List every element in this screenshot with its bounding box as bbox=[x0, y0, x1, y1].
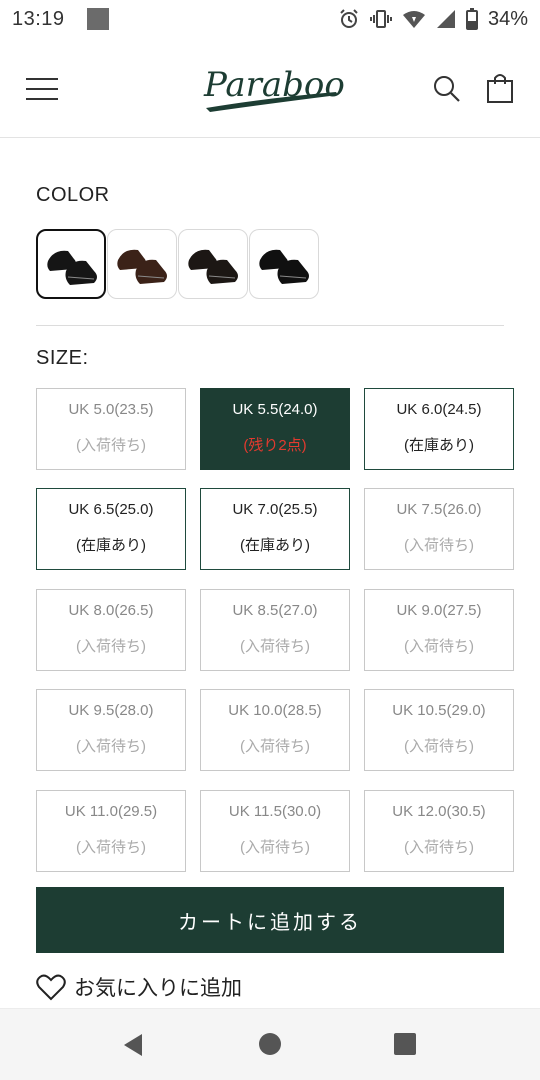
stock-status: (入荷待ち) bbox=[240, 638, 310, 655]
size-option[interactable]: UK 5.0(23.5) (入荷待ち) bbox=[36, 388, 186, 470]
size-label: UK 9.5(28.0) bbox=[68, 702, 154, 719]
stock-status: (入荷待ち) bbox=[76, 839, 146, 856]
vibrate-icon bbox=[369, 10, 392, 28]
size-label: UK 7.0(25.5) bbox=[232, 501, 318, 518]
stock-status: (入荷待ち) bbox=[404, 738, 474, 755]
paraboot-logo[interactable]: Paraboot bbox=[196, 52, 346, 122]
size-label: UK 7.5(26.0) bbox=[396, 501, 482, 518]
size-label: UK 9.0(27.5) bbox=[396, 602, 482, 619]
shoe-image bbox=[47, 250, 97, 285]
size-label: UK 10.0(28.5) bbox=[228, 702, 322, 719]
size-label: UK 10.5(29.0) bbox=[392, 702, 486, 719]
size-option[interactable]: UK 9.0(27.5) (入荷待ち) bbox=[364, 589, 514, 671]
back-icon[interactable] bbox=[122, 1033, 144, 1057]
stock-status: (入荷待ち) bbox=[404, 638, 474, 655]
site-header: Paraboot bbox=[0, 38, 540, 138]
shoe-image bbox=[188, 249, 238, 284]
size-option[interactable]: UK 9.5(28.0) (入荷待ち) bbox=[36, 689, 186, 771]
stock-status: (在庫あり) bbox=[404, 437, 474, 454]
shoe-image bbox=[259, 249, 309, 284]
stock-status: (入荷待ち) bbox=[76, 638, 146, 655]
search-icon[interactable] bbox=[432, 74, 462, 104]
size-option[interactable]: UK 10.0(28.5) (入荷待ち) bbox=[200, 689, 350, 771]
size-label: UK 12.0(30.5) bbox=[392, 803, 486, 820]
system-navigation-bar bbox=[0, 1008, 540, 1080]
size-label: UK 11.5(30.0) bbox=[228, 803, 322, 820]
size-label: UK 6.5(25.0) bbox=[68, 501, 154, 518]
size-label: UK 5.5(24.0) bbox=[232, 401, 318, 418]
size-label: UK 8.5(27.0) bbox=[232, 602, 318, 619]
color-swatch-1[interactable] bbox=[36, 229, 106, 299]
stock-status: (在庫あり) bbox=[76, 537, 146, 554]
heart-icon bbox=[36, 974, 66, 1001]
home-icon[interactable] bbox=[259, 1033, 281, 1055]
stock-status: (入荷待ち) bbox=[240, 839, 310, 856]
shopping-bag-icon[interactable] bbox=[486, 72, 514, 104]
size-label: UK 6.0(24.5) bbox=[396, 401, 482, 418]
size-label: UK 8.0(26.5) bbox=[68, 602, 154, 619]
stock-status: (入荷待ち) bbox=[404, 537, 474, 554]
size-option[interactable]: UK 8.0(26.5) (入荷待ち) bbox=[36, 589, 186, 671]
signal-icon bbox=[436, 10, 455, 28]
shoe-image bbox=[117, 249, 167, 284]
size-option[interactable]: UK 11.0(29.5) (入荷待ち) bbox=[36, 790, 186, 872]
status-bar: 13:19 34% bbox=[0, 0, 540, 38]
size-option[interactable]: UK 12.0(30.5) (入荷待ち) bbox=[364, 790, 514, 872]
stock-status: (入荷待ち) bbox=[404, 839, 474, 856]
wifi-icon bbox=[402, 11, 425, 28]
size-label: UK 11.0(29.5) bbox=[64, 803, 158, 820]
stock-status: (入荷待ち) bbox=[76, 437, 146, 454]
stock-status: (残り2点) bbox=[243, 437, 307, 454]
size-option[interactable]: UK 6.0(24.5) (在庫あり) bbox=[364, 388, 514, 470]
size-section-title: SIZE: bbox=[36, 347, 89, 369]
color-swatch-3[interactable] bbox=[178, 229, 248, 299]
add-to-favorites-label: お気に入りに追加 bbox=[74, 977, 242, 1000]
section-divider bbox=[36, 325, 504, 326]
size-option[interactable]: UK 7.0(25.5) (在庫あり) bbox=[200, 488, 350, 570]
size-option[interactable]: UK 5.5(24.0) (残り2点) bbox=[200, 388, 350, 470]
add-to-cart-button[interactable]: カートに追加する bbox=[36, 887, 504, 953]
status-time: 13:19 bbox=[12, 7, 65, 30]
color-swatch-4[interactable] bbox=[249, 229, 319, 299]
size-option[interactable]: UK 6.5(25.0) (在庫あり) bbox=[36, 488, 186, 570]
stock-status: (入荷待ち) bbox=[240, 738, 310, 755]
size-option[interactable]: UK 11.5(30.0) (入荷待ち) bbox=[200, 790, 350, 872]
size-option[interactable]: UK 8.5(27.0) (入荷待ち) bbox=[200, 589, 350, 671]
stock-status: (在庫あり) bbox=[240, 537, 310, 554]
size-option[interactable]: UK 7.5(26.0) (入荷待ち) bbox=[364, 488, 514, 570]
status-icons: 34% bbox=[338, 8, 528, 31]
hamburger-menu-icon[interactable] bbox=[26, 78, 58, 100]
size-option[interactable]: UK 10.5(29.0) (入荷待ち) bbox=[364, 689, 514, 771]
battery-icon bbox=[465, 8, 478, 30]
add-to-favorites-button[interactable]: お気に入りに追加 bbox=[36, 972, 242, 1002]
color-swatch-2[interactable] bbox=[107, 229, 177, 299]
alarm-icon bbox=[340, 9, 358, 28]
battery-percent: 34% bbox=[487, 7, 528, 30]
stock-status: (入荷待ち) bbox=[76, 738, 146, 755]
color-section-title: COLOR bbox=[36, 184, 110, 206]
recent-apps-icon[interactable] bbox=[394, 1033, 416, 1055]
size-label: UK 5.0(23.5) bbox=[68, 401, 154, 418]
notification-icon bbox=[86, 8, 109, 30]
